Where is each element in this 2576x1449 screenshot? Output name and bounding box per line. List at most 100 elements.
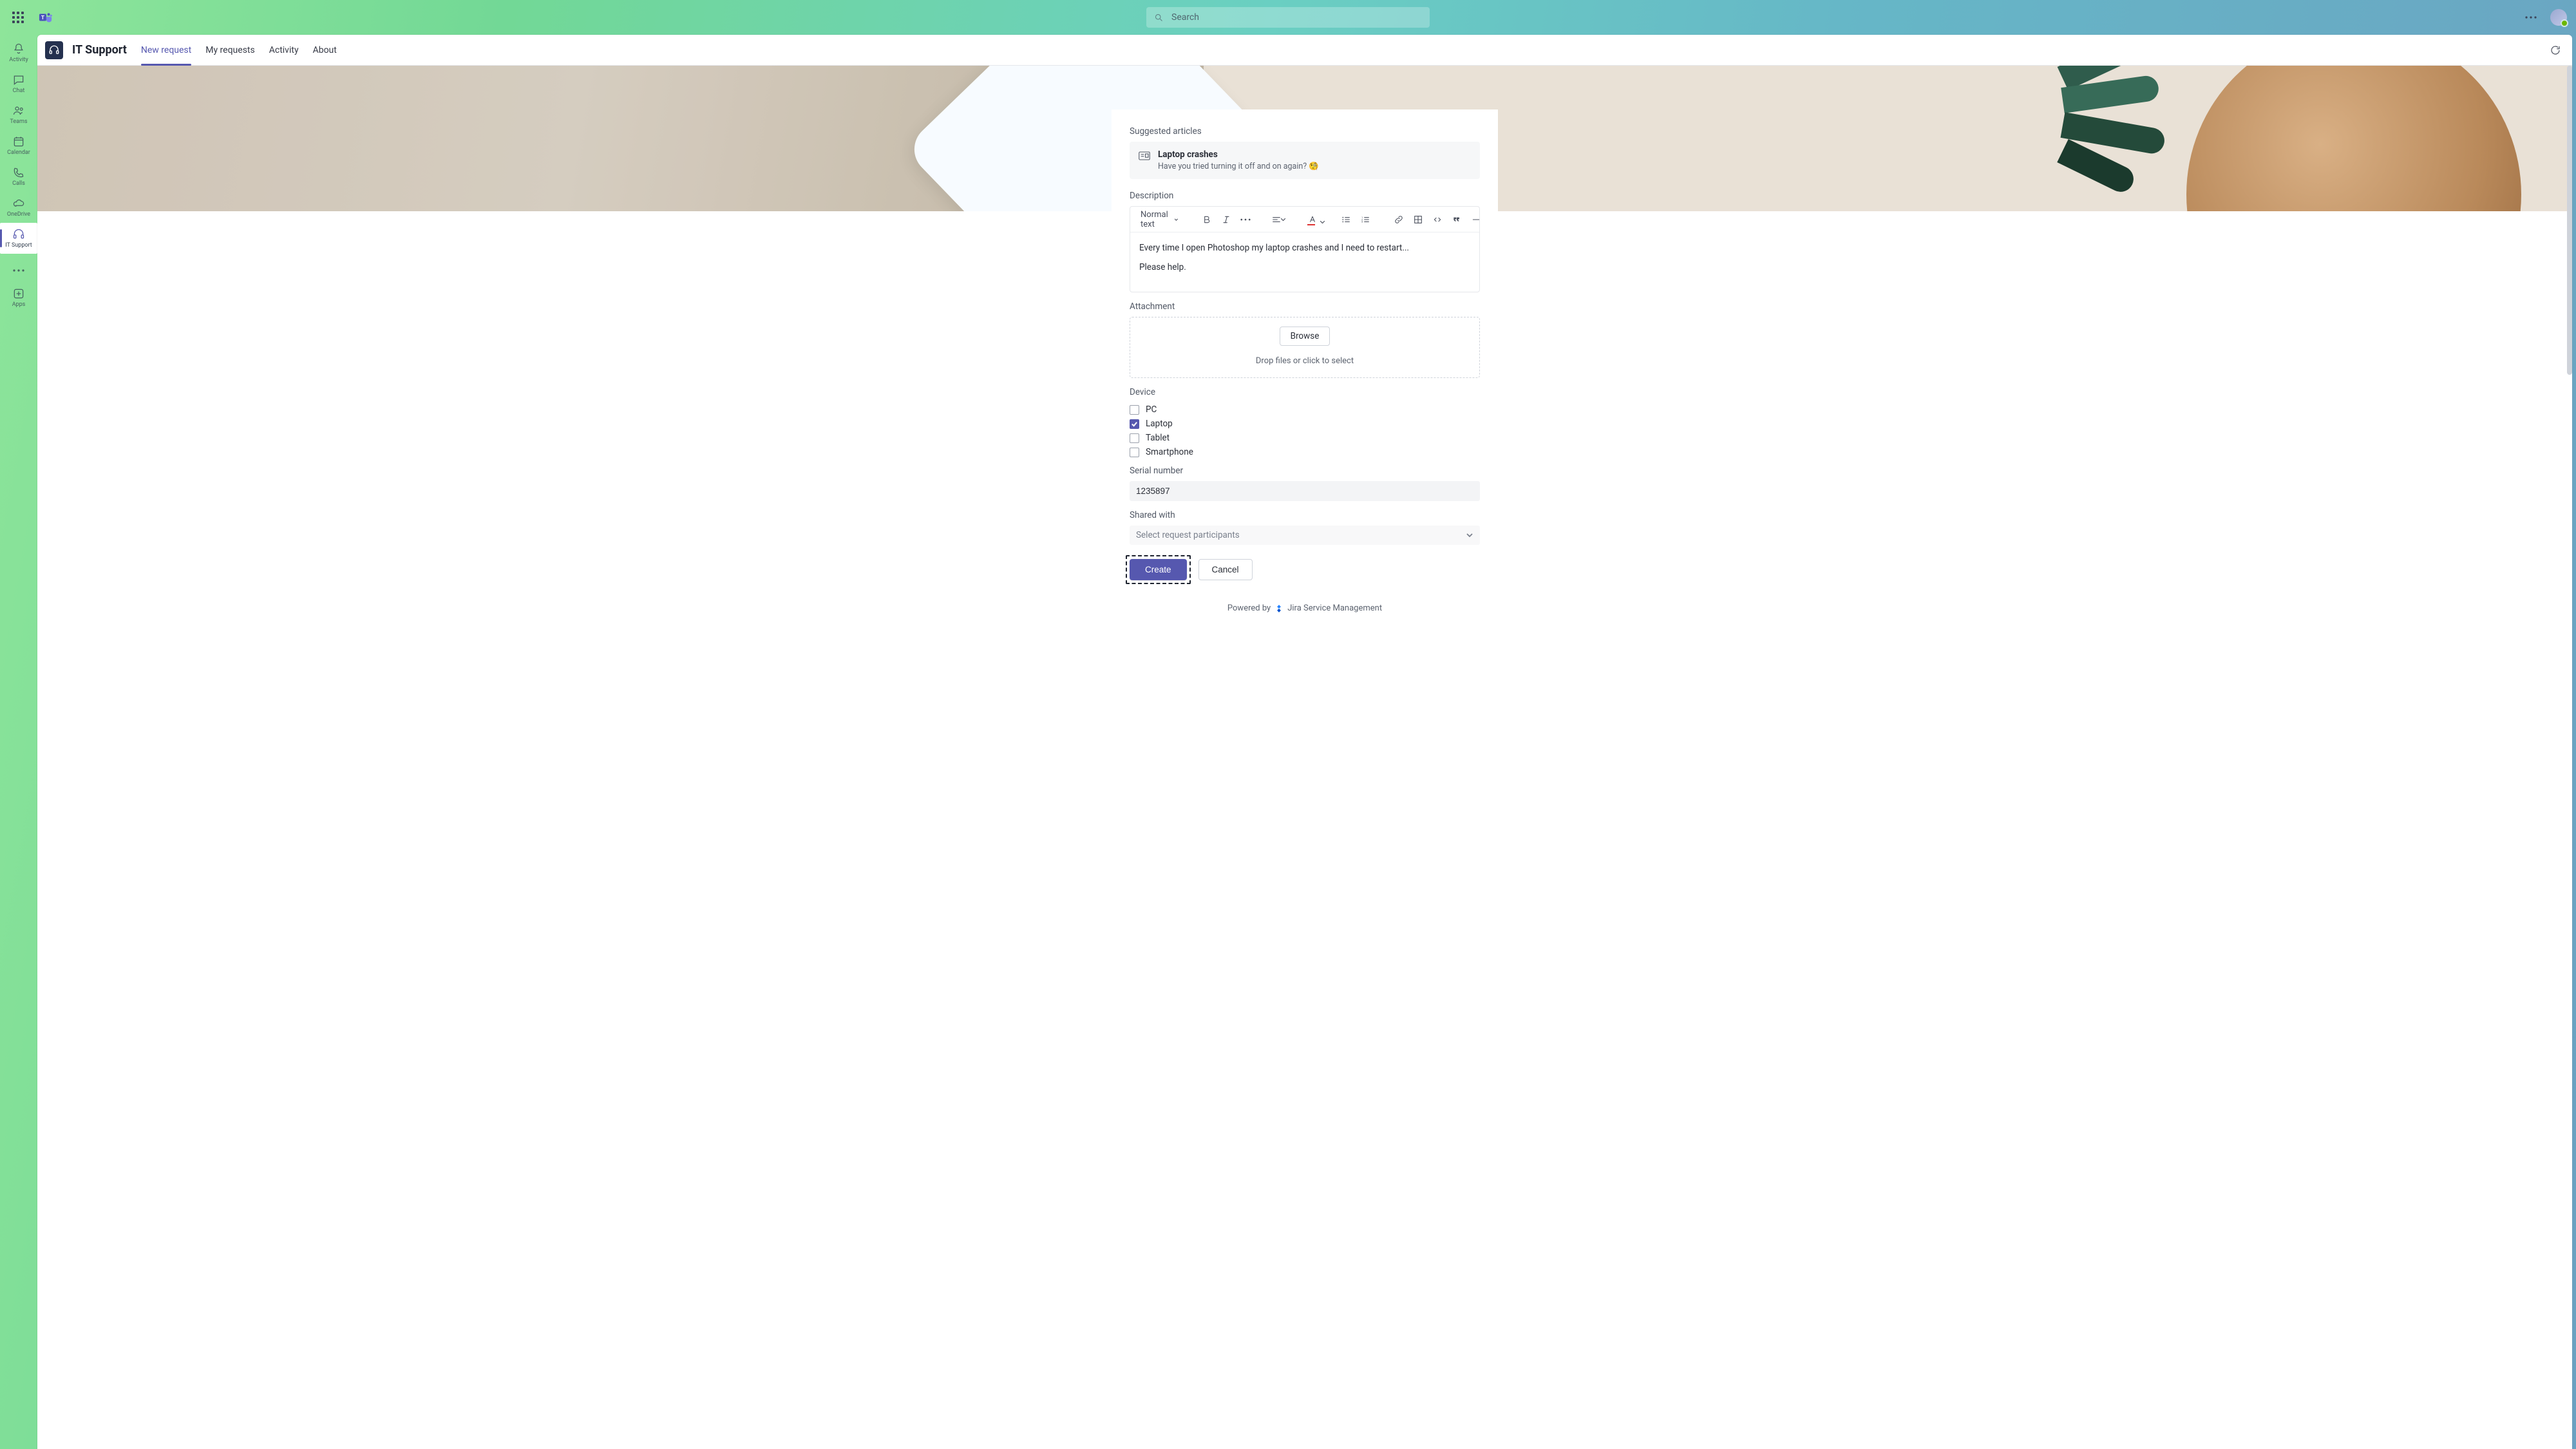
chat-icon [12,73,25,86]
user-avatar[interactable] [2550,9,2567,26]
bullet-list-icon [1341,214,1351,225]
people-icon [12,104,25,117]
svg-text:3: 3 [1361,220,1363,223]
rail-apps[interactable]: Apps [0,282,37,313]
attachment-label: Attachment [1130,301,1480,312]
app-body: Suggested articles Laptop crashes Have y… [37,66,2572,1449]
search-icon [1154,13,1164,23]
rail-activity[interactable]: Activity [0,37,37,68]
global-search[interactable]: Search [1146,7,1430,28]
request-form-card: Suggested articles Laptop crashes Have y… [1112,109,1498,630]
italic-icon [1221,214,1231,225]
text-color-icon [1307,214,1318,225]
powered-by: Powered by Jira Service Management [1130,603,1480,613]
rail-onedrive[interactable]: OneDrive [0,192,37,223]
browse-button[interactable]: Browse [1280,327,1331,346]
device-option-smartphone[interactable]: Smartphone [1130,445,1480,459]
text-style-dropdown[interactable]: Normal text [1137,210,1182,229]
checkbox[interactable] [1130,448,1139,457]
description-label: Description [1130,191,1480,201]
teams-top-bar: T Search [0,0,2576,35]
app-title: IT Support [72,43,127,57]
table-icon [1413,214,1423,225]
headset-icon [12,228,25,241]
create-highlight: Create [1126,555,1191,584]
tab-about[interactable]: About [313,35,337,66]
article-icon [1139,151,1150,160]
rail-calls[interactable]: Calls [0,161,37,192]
checkbox[interactable] [1130,405,1139,415]
presence-badge [2561,19,2568,27]
bold-button[interactable] [1198,211,1216,229]
bold-icon [1202,214,1212,225]
attachment-dropzone[interactable]: Browse Drop files or click to select [1130,317,1480,378]
tab-new-request[interactable]: New request [141,35,191,66]
apps-icon [12,287,25,300]
app-icon [45,41,63,59]
search-placeholder: Search [1171,12,1199,23]
app-header: IT Support New request My requests Activ… [37,35,2572,66]
refresh-icon [2550,44,2561,56]
italic-button[interactable] [1217,211,1235,229]
tab-activity[interactable]: Activity [269,35,299,66]
serial-input[interactable] [1130,481,1480,501]
checkbox[interactable] [1130,419,1139,429]
minus-icon [1471,214,1481,225]
numbered-list-button[interactable]: 123 [1356,211,1374,229]
align-button[interactable] [1270,211,1288,229]
description-textarea[interactable]: Every time I open Photoshop my laptop cr… [1130,232,1479,292]
svg-text:T: T [41,15,44,21]
app-tabs: New request My requests Activity About [141,35,337,66]
more-icon [1240,214,1251,225]
chevron-down-icon [1320,217,1325,227]
top-more-icon[interactable] [2523,10,2539,25]
text-color-button[interactable] [1303,211,1321,229]
editor-toolbar: Normal text [1130,207,1479,232]
chevron-down-icon [1174,216,1179,223]
code-icon [1432,214,1443,225]
rail-chat[interactable]: Chat [0,68,37,99]
link-button[interactable] [1390,211,1408,229]
scrollbar-thumb[interactable] [2567,66,2572,375]
device-option-pc[interactable]: PC [1130,402,1480,417]
numbered-list-icon: 123 [1360,214,1370,225]
device-option-tablet[interactable]: Tablet [1130,431,1480,445]
code-button[interactable] [1428,211,1446,229]
rail-calendar[interactable]: Calendar [0,130,37,161]
create-button[interactable]: Create [1130,559,1187,580]
bullet-list-button[interactable] [1337,211,1355,229]
app-launcher-icon[interactable] [9,8,27,26]
suggested-article[interactable]: Laptop crashes Have you tried turning it… [1130,142,1480,179]
calendar-icon [12,135,25,148]
table-button[interactable] [1409,211,1427,229]
device-option-laptop[interactable]: Laptop [1130,417,1480,431]
more-icon [13,269,24,272]
cloud-icon [12,197,25,210]
headset-icon [48,44,60,56]
app-frame: IT Support New request My requests Activ… [37,35,2572,1449]
suggested-article-title: Laptop crashes [1158,149,1319,160]
tab-my-requests[interactable]: My requests [205,35,255,66]
form-actions: Create Cancel [1130,555,1480,584]
phone-icon [12,166,25,179]
suggested-article-subtitle: Have you tried turning it off and on aga… [1158,162,1319,171]
shared-with-select[interactable]: Select request participants [1130,526,1480,545]
rail-more[interactable] [0,261,37,279]
chevron-down-icon [1466,531,1473,539]
link-icon [1394,214,1404,225]
refresh-button[interactable] [2546,41,2564,59]
rail-it-support[interactable]: IT Support [0,223,37,254]
quote-icon [1452,214,1462,225]
suggested-articles-label: Suggested articles [1130,126,1480,137]
check-icon [1131,421,1138,428]
more-formatting-button[interactable] [1236,211,1255,229]
serial-label: Serial number [1130,466,1480,476]
cancel-button[interactable]: Cancel [1198,559,1253,580]
description-text: Please help. [1139,262,1470,272]
rail-teams[interactable]: Teams [0,99,37,130]
checkbox[interactable] [1130,433,1139,443]
quote-button[interactable] [1448,211,1466,229]
jira-icon [1274,604,1283,613]
divider-button[interactable] [1467,211,1485,229]
description-text: Every time I open Photoshop my laptop cr… [1139,243,1470,253]
